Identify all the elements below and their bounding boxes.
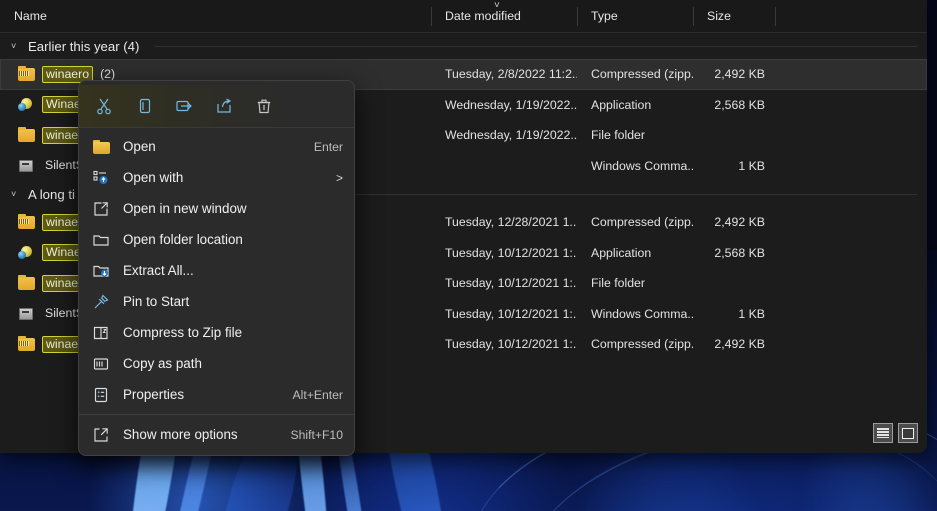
- row-date-cell: Tuesday, 10/12/2021 1:...: [431, 276, 577, 290]
- menu-item-label: Open in new window: [123, 201, 343, 216]
- copy-path-icon: [90, 354, 112, 374]
- folder-icon: [18, 127, 35, 143]
- application-icon: [18, 245, 35, 261]
- details-view-icon[interactable]: [873, 423, 893, 443]
- large-icons-view-icon[interactable]: [898, 423, 918, 443]
- folder-icon: [18, 275, 35, 291]
- column-header-spacer: [775, 0, 925, 33]
- row-type-cell: Application: [577, 246, 693, 260]
- folder-open-icon: [90, 137, 112, 157]
- chevron-right-icon: >: [336, 171, 343, 185]
- row-date-cell: Tuesday, 10/12/2021 1:...: [431, 307, 577, 321]
- row-date-cell: Tuesday, 2/8/2022 11:2...: [431, 67, 577, 81]
- column-header-size[interactable]: Size: [693, 0, 775, 33]
- menu-item-extract-all[interactable]: Extract All...: [79, 255, 354, 286]
- chevron-up-icon: ˅: [494, 1, 500, 11]
- open-new-window-icon: [90, 199, 112, 219]
- menu-separator: [79, 414, 354, 415]
- row-type-cell: File folder: [577, 128, 693, 142]
- menu-item-copy-as-path[interactable]: Copy as path: [79, 348, 354, 379]
- zip-folder-icon: [18, 66, 35, 82]
- menu-item-open-with[interactable]: Open with >: [79, 162, 354, 193]
- menu-item-label: Open with: [123, 170, 326, 185]
- show-more-icon: [90, 425, 112, 445]
- row-date-cell: Tuesday, 10/12/2021 1:...: [431, 337, 577, 351]
- row-size-cell: 1 KB: [693, 307, 775, 321]
- row-date-cell: Tuesday, 10/12/2021 1:...: [431, 246, 577, 260]
- row-size-cell: 1 KB: [693, 159, 775, 173]
- group-header-label: Earlier this year (4): [28, 39, 139, 54]
- zip-folder-icon: [18, 336, 35, 352]
- menu-item-label: Open folder location: [123, 232, 343, 247]
- zip-folder-icon: [18, 214, 35, 230]
- row-date-cell: Tuesday, 12/28/2021 1...: [431, 215, 577, 229]
- menu-item-label: Open: [123, 139, 304, 154]
- menu-item-label: Copy as path: [123, 356, 343, 371]
- row-type-cell: Windows Comma...: [577, 159, 693, 173]
- row-type-cell: Application: [577, 98, 693, 112]
- share-icon[interactable]: [204, 89, 244, 123]
- view-toggle-group: [873, 423, 918, 443]
- row-type-cell: Windows Comma...: [577, 307, 693, 321]
- menu-item-accel: Alt+Enter: [293, 388, 343, 402]
- menu-item-label: Pin to Start: [123, 294, 343, 309]
- chevron-down-icon[interactable]: ˅: [11, 42, 21, 51]
- column-header-date-modified[interactable]: ˅ Date modified: [431, 0, 577, 33]
- group-divider: [155, 46, 917, 47]
- row-date-cell: Wednesday, 1/19/2022...: [431, 98, 577, 112]
- compress-zip-icon: [90, 323, 112, 343]
- menu-item-label: Show more options: [123, 427, 280, 442]
- row-size-cell: 2,492 KB: [693, 67, 775, 81]
- row-type-cell: Compressed (zipp...: [577, 337, 693, 351]
- column-header-name-label: Name: [14, 9, 47, 23]
- menu-item-accel: Enter: [314, 140, 343, 154]
- menu-item-open-in-new-window[interactable]: Open in new window: [79, 193, 354, 224]
- command-script-icon: [18, 306, 35, 322]
- row-type-cell: Compressed (zipp...: [577, 215, 693, 229]
- application-icon: [18, 97, 35, 113]
- delete-icon[interactable]: [244, 89, 284, 123]
- row-date-cell: Wednesday, 1/19/2022...: [431, 128, 577, 142]
- properties-icon: [90, 385, 112, 405]
- context-menu: Open Enter Open with >: [78, 80, 355, 456]
- chevron-down-icon[interactable]: ˅: [11, 190, 21, 199]
- menu-item-show-more-options[interactable]: Show more options Shift+F10: [79, 419, 354, 450]
- menu-item-properties[interactable]: Properties Alt+Enter: [79, 379, 354, 410]
- menu-item-compress-to-zip[interactable]: Compress to Zip file: [79, 317, 354, 348]
- column-header-type-label: Type: [591, 9, 618, 23]
- menu-item-open-folder-location[interactable]: Open folder location: [79, 224, 354, 255]
- group-header[interactable]: ˅ Earlier this year (4): [0, 33, 927, 59]
- menu-item-label: Properties: [123, 387, 283, 402]
- folder-location-icon: [90, 230, 112, 250]
- column-header-type[interactable]: Type: [577, 0, 693, 33]
- menu-item-pin-to-start[interactable]: Pin to Start: [79, 286, 354, 317]
- column-header-name[interactable]: Name: [0, 0, 431, 33]
- desktop: Name ˅ Date modified Type Size ˅ Earlier…: [0, 0, 937, 511]
- group-header-label: A long ti: [28, 187, 75, 202]
- extract-all-icon: [90, 261, 112, 281]
- context-menu-toolbar: [79, 85, 354, 128]
- row-type-cell: File folder: [577, 276, 693, 290]
- row-size-cell: 2,492 KB: [693, 215, 775, 229]
- column-header-date-label: Date modified: [445, 9, 521, 23]
- row-size-cell: 2,492 KB: [693, 337, 775, 351]
- cut-icon[interactable]: [84, 89, 124, 123]
- command-script-icon: [18, 158, 35, 174]
- column-header-size-label: Size: [707, 9, 731, 23]
- menu-item-label: Compress to Zip file: [123, 325, 343, 340]
- column-header-row: Name ˅ Date modified Type Size: [0, 0, 927, 33]
- row-type-cell: Compressed (zipp...: [577, 67, 693, 81]
- row-size-cell: 2,568 KB: [693, 246, 775, 260]
- pin-icon: [90, 292, 112, 312]
- copy-icon[interactable]: [124, 89, 164, 123]
- menu-item-accel: Shift+F10: [290, 428, 343, 442]
- open-with-icon: [90, 168, 112, 188]
- menu-item-label: Extract All...: [123, 263, 343, 278]
- rename-icon[interactable]: [164, 89, 204, 123]
- menu-item-open[interactable]: Open Enter: [79, 131, 354, 162]
- row-size-cell: 2,568 KB: [693, 98, 775, 112]
